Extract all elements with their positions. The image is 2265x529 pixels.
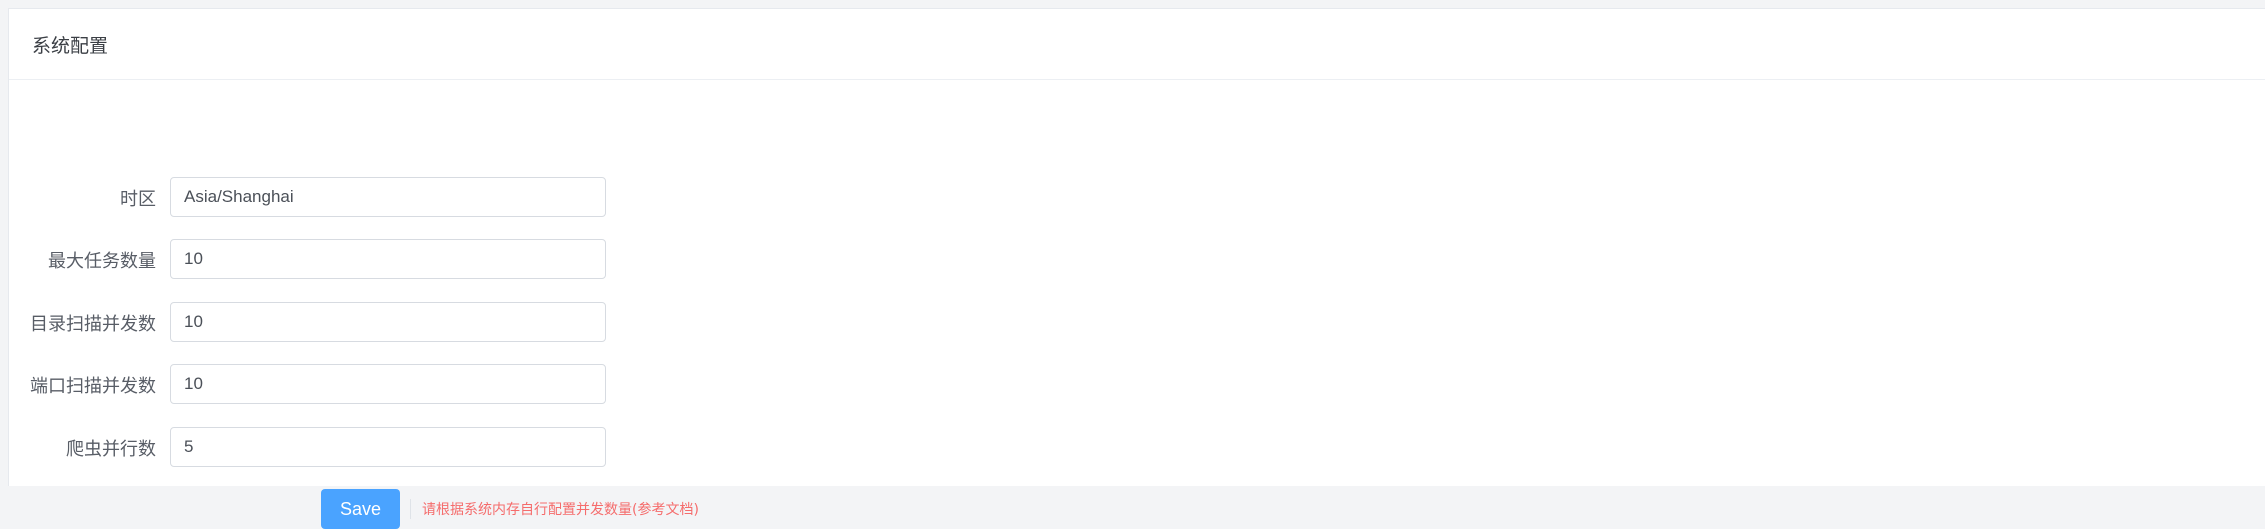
- timezone-label: 时区: [120, 189, 156, 210]
- dir-scan-concurrency-input[interactable]: [170, 302, 606, 342]
- form-row-port-scan-concurrency: 端口扫描并发数: [9, 364, 629, 404]
- form-actions: Save 请根据系统内存自行配置并发数量(参考文档): [9, 489, 909, 529]
- form-row-max-tasks: 最大任务数量: [9, 239, 629, 279]
- card-header: 系统配置: [9, 9, 2265, 80]
- card-title: 系统配置: [32, 34, 109, 57]
- max-tasks-label: 最大任务数量: [48, 251, 156, 272]
- port-scan-concurrency-label: 端口扫描并发数: [30, 376, 156, 397]
- dir-scan-concurrency-label: 目录扫描并发数: [30, 314, 156, 335]
- form-row-crawler-parallelism: 爬虫并行数: [9, 427, 629, 467]
- concurrency-hint-text: 请根据系统内存自行配置并发数量(参考文档): [422, 502, 699, 518]
- system-config-card: 系统配置 时区 最大任务数量 目录扫描并发数 端口扫描并发数 爬虫并行数 Sav…: [8, 8, 2265, 529]
- action-divider: [410, 499, 411, 519]
- port-scan-concurrency-input[interactable]: [170, 364, 606, 404]
- form-row-timezone: 时区: [9, 177, 629, 217]
- max-tasks-input[interactable]: [170, 239, 606, 279]
- save-button[interactable]: Save: [321, 489, 400, 529]
- crawler-parallelism-input[interactable]: [170, 427, 606, 467]
- timezone-input[interactable]: [170, 177, 606, 217]
- crawler-parallelism-label: 爬虫并行数: [66, 439, 156, 460]
- form-row-dir-scan-concurrency: 目录扫描并发数: [9, 302, 629, 342]
